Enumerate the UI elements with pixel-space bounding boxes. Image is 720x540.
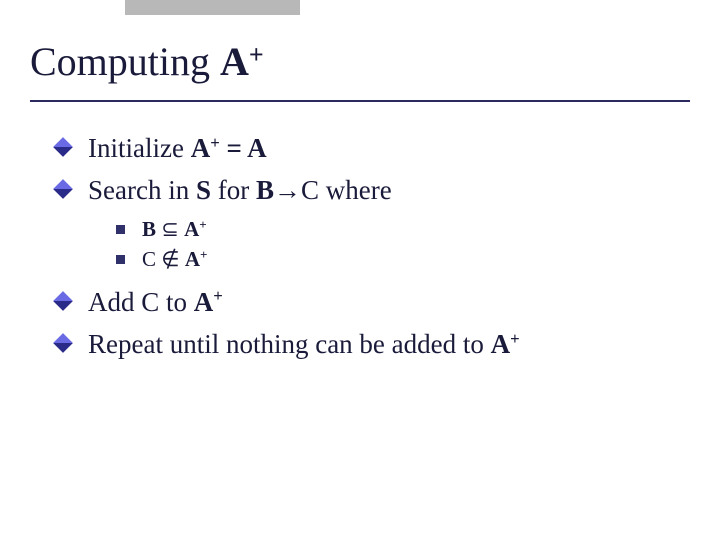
sub-bullet-subset: B ⊆ A+ [116,215,680,243]
sup-plus: + [510,329,520,348]
diamond-bullet-icon [53,291,73,311]
title-underline [30,100,690,102]
arrow-icon: → [274,175,301,205]
text: Add C to [88,287,194,317]
text: for [211,175,256,205]
relation-subset: ⊆ [156,217,184,241]
title-symbol: A [220,39,249,84]
sym-A: A [491,329,511,359]
text: = A [220,133,267,163]
sym-A: A [194,287,214,317]
diamond-bullet-icon [53,180,73,200]
sup-plus: + [199,217,206,232]
text: Search in [88,175,196,205]
sym-S: S [196,175,211,205]
sym-C: C [142,247,156,271]
text: Repeat until nothing can be added to [88,329,491,359]
sym-A: A [185,247,200,271]
sym-B: B [142,217,156,241]
title-text: Computing [30,39,220,84]
bullet-search: Search in S for B→C where [56,172,680,208]
sup-plus: + [213,286,223,305]
sym-A: A [184,217,199,241]
relation-notin: ∉ [156,247,185,271]
sup-plus: + [200,247,207,262]
slide-title: Computing A+ [30,39,264,84]
diamond-bullet-icon [53,137,73,157]
sub-bullet-notin: C ∉ A+ [116,245,680,273]
text: Initialize [88,133,191,163]
body-content: Initialize A+ = A Search in S for B→C wh… [56,130,680,368]
top-accent-bar [125,0,300,15]
sym-A: A [191,133,211,163]
text: C where [301,175,392,205]
title-superscript: + [249,40,264,69]
diamond-bullet-icon [53,333,73,353]
square-bullet-icon [116,225,125,234]
sub-bullets: B ⊆ A+ C ∉ A+ [116,215,680,274]
square-bullet-icon [116,255,125,264]
sup-plus: + [210,133,220,152]
title-area: Computing A+ [30,38,690,85]
slide: Computing A+ Initialize A+ = A Search in… [0,0,720,540]
bullet-repeat: Repeat until nothing can be added to A+ [56,326,680,362]
bullet-initialize: Initialize A+ = A [56,130,680,166]
sym-B: B [256,175,274,205]
bullet-add: Add C to A+ [56,284,680,320]
